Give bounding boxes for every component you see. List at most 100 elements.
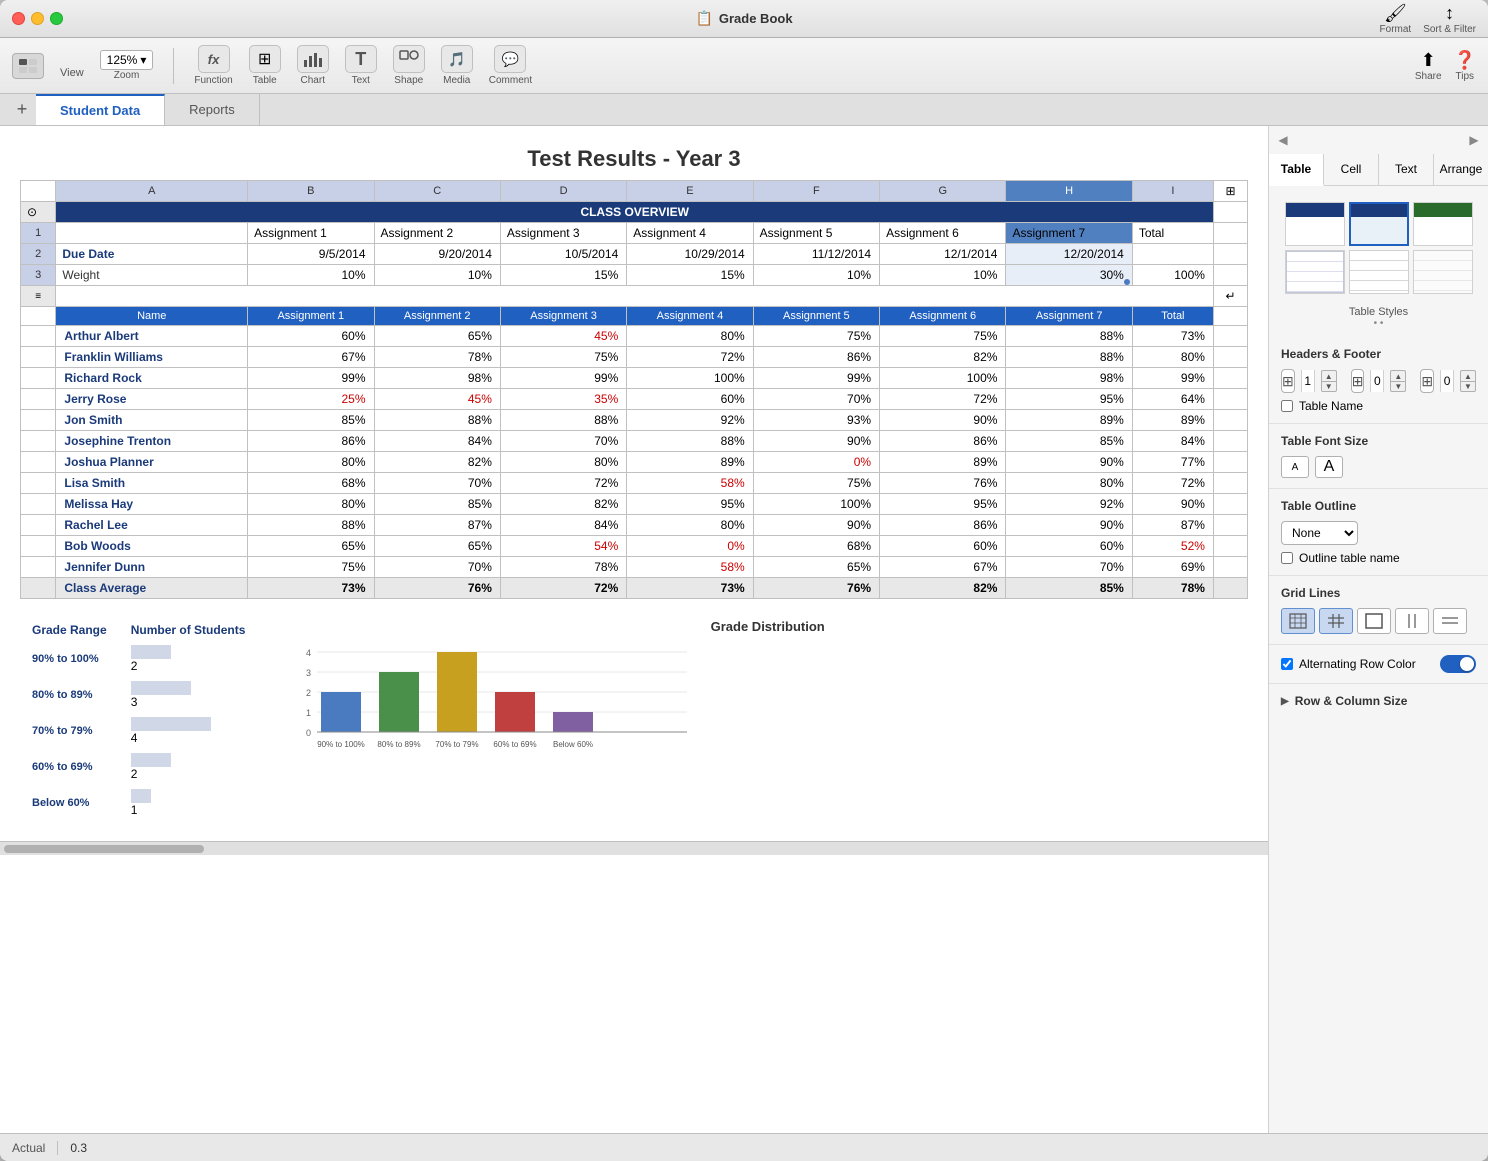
toggle-knob — [1460, 657, 1474, 671]
col-header-f[interactable]: F — [753, 181, 879, 202]
status-label: Actual — [12, 1141, 45, 1155]
style-option-3[interactable] — [1413, 202, 1473, 246]
col-header-d[interactable]: D — [500, 181, 626, 202]
svg-text:2: 2 — [306, 688, 311, 698]
tips-button[interactable]: ❓ Tips — [1454, 50, 1476, 82]
footer-rows-arrows[interactable]: ▲ ▼ — [1460, 370, 1476, 392]
grid-lines-section: Grid Lines — [1269, 576, 1488, 645]
comment-icon: 💬 — [502, 51, 519, 68]
header-cols-icon: ⊞ — [1352, 370, 1364, 392]
panel-tab-text[interactable]: Text — [1379, 154, 1434, 185]
col-header-h[interactable]: H — [1006, 181, 1132, 202]
header-rows-down[interactable]: ▼ — [1321, 381, 1337, 392]
header-cols-down[interactable]: ▼ — [1390, 381, 1406, 392]
chart-button[interactable]: Chart — [297, 45, 329, 86]
panel-left-arrow[interactable]: ◀ — [1275, 132, 1291, 148]
alternating-row-toggle[interactable] — [1440, 655, 1476, 673]
alternating-row-checkbox[interactable]: Alternating Row Color — [1281, 657, 1416, 671]
function-button[interactable]: fx Function — [194, 45, 232, 86]
style-option-2[interactable] — [1349, 202, 1409, 246]
col-header-c[interactable]: C — [374, 181, 500, 202]
add-sheet-button[interactable]: + — [8, 94, 36, 125]
text-button[interactable]: T Text — [345, 45, 377, 86]
alternating-row-section: Alternating Row Color — [1269, 645, 1488, 684]
table-styles-label: Table Styles — [1277, 306, 1480, 318]
tab-student-data[interactable]: Student Data — [36, 94, 165, 125]
header-rows-value: 1 — [1301, 370, 1315, 392]
grid-inner-button[interactable] — [1319, 608, 1353, 634]
view-toggle[interactable] — [12, 53, 44, 79]
row-header-1[interactable]: 1 — [21, 223, 56, 244]
col-header-i[interactable]: I — [1132, 181, 1213, 202]
font-size-large-button[interactable]: A — [1315, 456, 1343, 478]
svg-text:60% to 69%: 60% to 69% — [494, 740, 537, 749]
outline-table-name-checkbox[interactable]: Outline table name — [1281, 551, 1476, 565]
header-cols-stepper[interactable]: ⊞ — [1351, 369, 1365, 393]
maximize-button[interactable] — [50, 12, 63, 25]
table-name-checkbox-input[interactable] — [1281, 400, 1293, 412]
format-button[interactable]: 🖌 Format — [1380, 3, 1412, 35]
outline-table-name-label: Outline table name — [1299, 551, 1400, 565]
minimize-button[interactable] — [31, 12, 44, 25]
panel-tab-cell[interactable]: Cell — [1324, 154, 1379, 185]
header-rows-icon: ⊞ — [1282, 370, 1294, 392]
scroll-thumb[interactable] — [4, 845, 204, 853]
grid-col-button[interactable] — [1395, 608, 1429, 634]
spreadsheet-area[interactable]: Test Results - Year 3 — [0, 126, 1268, 1133]
header-cols-up[interactable]: ▲ — [1390, 370, 1406, 381]
panel-tab-table[interactable]: Table — [1269, 154, 1324, 186]
panel-tab-arrange[interactable]: Arrange — [1434, 154, 1488, 185]
table-styles-dots: • • — [1277, 318, 1480, 329]
toolbar-separator-1 — [173, 48, 174, 84]
footer-rows-stepper[interactable]: ⊞ — [1420, 369, 1434, 393]
font-size-small-button[interactable]: A — [1281, 456, 1309, 478]
share-button[interactable]: ⬆ Share — [1415, 50, 1442, 82]
header-rows-up[interactable]: ▲ — [1321, 370, 1337, 381]
grid-row-button[interactable] — [1433, 608, 1467, 634]
media-icon: 🎵 — [448, 51, 465, 68]
format-icon: 🖌 — [1384, 3, 1407, 24]
comment-button[interactable]: 💬 Comment — [489, 45, 532, 86]
grid-all-button[interactable] — [1281, 608, 1315, 634]
shape-button[interactable]: Shape — [393, 45, 425, 86]
row-header-2[interactable]: 2 — [21, 244, 56, 265]
col-header-b[interactable]: B — [248, 181, 374, 202]
close-button[interactable] — [12, 12, 25, 25]
tab-reports[interactable]: Reports — [165, 94, 260, 125]
sort-filter-button[interactable]: ↕ Sort & Filter — [1423, 3, 1476, 35]
style-option-6[interactable] — [1413, 250, 1473, 294]
grade-table: A B C D E F G H I ⊞ ⊙ — [20, 180, 1248, 599]
panel-right-arrow[interactable]: ▶ — [1466, 132, 1482, 148]
style-option-5[interactable] — [1349, 250, 1409, 294]
table-row: 1 Assignment 1 Assignment 2 Assignment 3… — [21, 223, 1248, 244]
zoom-control[interactable]: 125% ▾ — [100, 50, 154, 70]
header-cols-arrows[interactable]: ▲ ▼ — [1390, 370, 1406, 392]
horizontal-scrollbar[interactable] — [0, 841, 1268, 855]
table-name-checkbox[interactable]: Table Name — [1281, 399, 1476, 413]
grade-distribution-section: Grade Range Number of Students 90% to 10… — [20, 619, 1248, 821]
col-header-g[interactable]: G — [880, 181, 1006, 202]
header-rows-stepper[interactable]: ⊞ — [1281, 369, 1295, 393]
style-option-4[interactable] — [1285, 250, 1345, 294]
table-outline-select[interactable]: None Thin Medium Thick — [1281, 521, 1358, 545]
chart-svg: 4 3 2 1 0 — [287, 642, 707, 762]
sheet-tabbar: + Student Data Reports — [0, 94, 1488, 126]
footer-rows-down[interactable]: ▼ — [1460, 381, 1476, 392]
col-header-a[interactable]: A — [56, 181, 248, 202]
table-button[interactable]: ⊞ Table — [249, 45, 281, 86]
traffic-lights — [12, 12, 63, 25]
footer-rows-up[interactable]: ▲ — [1460, 370, 1476, 381]
col-header-e[interactable]: E — [627, 181, 753, 202]
format-label: Format — [1380, 24, 1412, 35]
style-option-1[interactable] — [1285, 202, 1345, 246]
media-button[interactable]: 🎵 Media — [441, 45, 473, 86]
row-column-size-header[interactable]: ▶ Row & Column Size — [1281, 694, 1476, 708]
header-rows-arrows[interactable]: ▲ ▼ — [1321, 370, 1337, 392]
function-label: Function — [194, 75, 232, 86]
table-row: Name Assignment 1 Assignment 2 Assignmen… — [21, 307, 1248, 326]
tips-icon: ❓ — [1454, 50, 1476, 71]
row-header-3[interactable]: 3 — [21, 265, 56, 286]
alternating-row-input[interactable] — [1281, 658, 1293, 670]
grid-outer-button[interactable] — [1357, 608, 1391, 634]
outline-table-name-input[interactable] — [1281, 552, 1293, 564]
